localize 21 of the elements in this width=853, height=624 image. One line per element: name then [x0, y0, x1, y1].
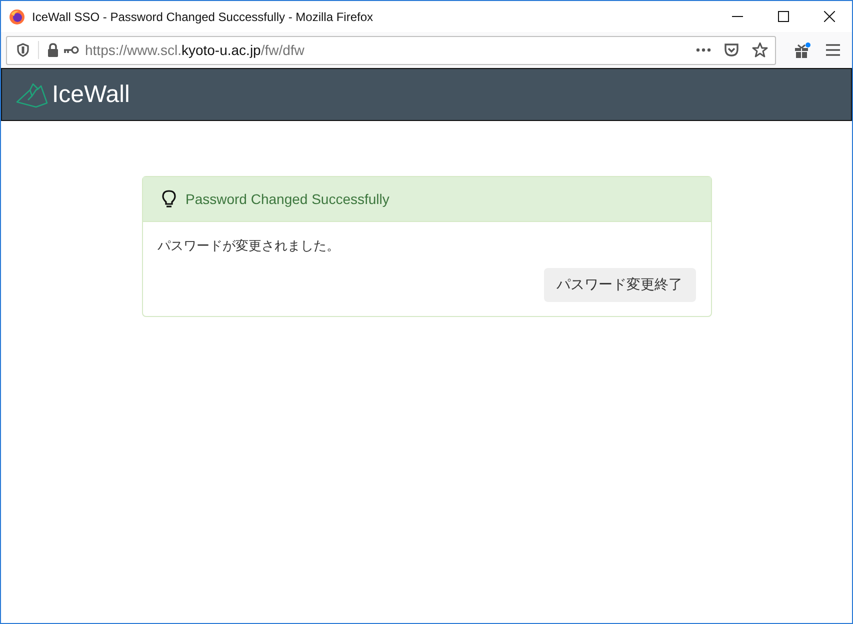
browser-logo-icon [9, 8, 25, 24]
alert-message: パスワードが変更されました。 [158, 237, 340, 255]
url-text[interactable]: https://www.scl.kyoto-u.ac.jp/fw/dfw [85, 40, 304, 60]
mountain-logo-icon [16, 82, 48, 108]
logo-text: IceWall [52, 80, 130, 110]
gift-icon[interactable] [794, 42, 811, 58]
window-title: IceWall SSO - Password Changed Successfully - Mozilla Firefox [32, 8, 374, 26]
maximize-icon [778, 11, 788, 22]
menu-icon[interactable] [826, 44, 840, 56]
address-bar[interactable]: https://www.scl.kyoto-u.ac.jp/fw/dfw [6, 36, 776, 64]
key-icon[interactable] [63, 45, 79, 55]
finish-button[interactable]: パスワード変更終了 [544, 268, 696, 302]
pocket-icon[interactable] [724, 43, 739, 57]
lightbulb-icon [162, 190, 176, 208]
close-icon [824, 11, 834, 22]
shield-icon[interactable] [16, 43, 30, 57]
more-icon[interactable] [696, 48, 711, 52]
lock-icon[interactable] [47, 43, 59, 57]
star-icon[interactable] [752, 42, 768, 58]
minimize-icon [732, 16, 742, 17]
alert-title: Password Changed Successfully [186, 190, 390, 209]
